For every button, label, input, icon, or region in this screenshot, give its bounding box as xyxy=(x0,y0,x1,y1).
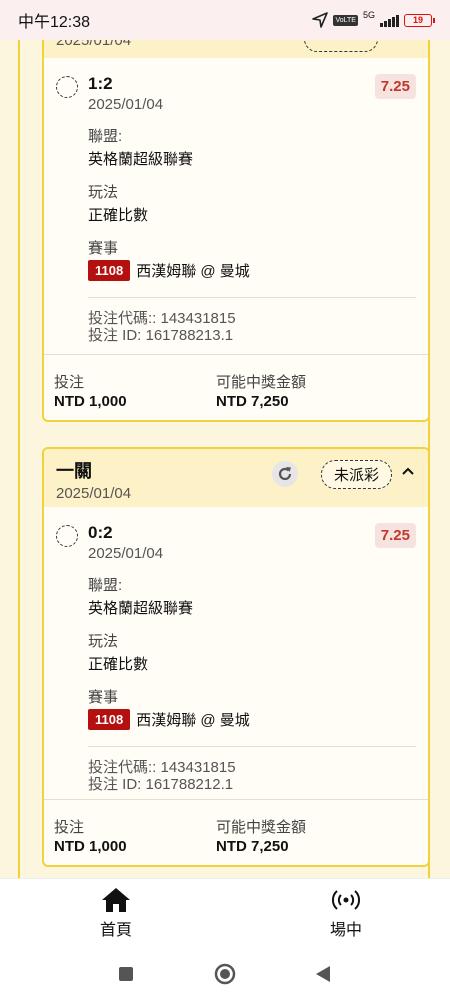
home-system-button[interactable] xyxy=(213,962,237,986)
odds-badge: 7.25 xyxy=(374,523,416,548)
league-field: 聯盟: 英格蘭超級聯賽 xyxy=(88,125,416,169)
bet-score: 0:2 xyxy=(88,523,113,542)
location-arrow-icon xyxy=(312,12,329,28)
status-pill: 未派彩 xyxy=(320,460,392,489)
status-bar: 中午12:38 VoLTE 5G 19 xyxy=(0,0,450,40)
payout-amount: NTD 7,250 xyxy=(216,393,289,410)
payout-amount: NTD 7,250 xyxy=(216,838,289,855)
bets-list[interactable]: 2025/01/04 1:2 2025/01/04 7.25 聯盟: 英格蘭超級… xyxy=(18,40,430,878)
bet-codes: 投注代碼:: 143431815 投注 ID: 161788212.1 xyxy=(88,759,416,793)
payout-label: 可能中獎金額 xyxy=(216,819,307,836)
match-id-badge: 1108 xyxy=(88,709,131,730)
back-button[interactable] xyxy=(311,962,335,986)
chevron-up-icon xyxy=(402,467,414,475)
collapse-button[interactable] xyxy=(398,461,418,481)
play-field: 玩法 正確比數 xyxy=(88,181,416,225)
status-icons: VoLTE 5G 19 xyxy=(312,10,435,28)
bet-selection: 0:2 2025/01/04 7.25 聯盟: 英格蘭超級聯賽 玩法 正確比數 … xyxy=(44,507,428,793)
network-type: 5G xyxy=(362,10,375,20)
system-nav-bar xyxy=(0,948,450,1000)
bottom-nav: 首頁 場中 xyxy=(0,878,450,948)
payout-block: 可能中獎金額 NTD 7,250 xyxy=(216,816,306,855)
square-icon xyxy=(119,967,133,981)
match-row: 1108 西漢姆聯 @ 曼城 xyxy=(88,709,416,730)
nav-item-live[interactable]: 場中 xyxy=(330,887,362,940)
league-label: 聯盟: xyxy=(88,128,123,145)
bet-code: 投注代碼:: 143431815 xyxy=(88,759,236,776)
match-label: 賽事 xyxy=(88,240,119,257)
selection-radio[interactable] xyxy=(56,525,78,547)
bet-card: 2025/01/04 1:2 2025/01/04 7.25 聯盟: 英格蘭超級… xyxy=(42,40,428,422)
broadcast-icon xyxy=(331,890,361,910)
nav-item-home[interactable]: 首頁 xyxy=(100,887,132,940)
league-value: 英格蘭超級聯賽 xyxy=(88,151,194,168)
match-id-badge: 1108 xyxy=(88,260,131,281)
bet-score: 1:2 xyxy=(88,74,113,93)
payout-block: 可能中獎金額 NTD 7,250 xyxy=(216,371,306,410)
battery-level: 19 xyxy=(412,15,423,25)
selection-radio[interactable] xyxy=(56,76,78,98)
signal-icon xyxy=(380,14,399,27)
league-field: 聯盟: 英格蘭超級聯賽 xyxy=(88,574,416,618)
match-label: 賽事 xyxy=(88,689,119,706)
divider xyxy=(88,746,416,747)
bet-card-footer: 投注 NTD 1,000 可能中獎金額 NTD 7,250 xyxy=(44,799,428,865)
bet-selection: 1:2 2025/01/04 7.25 聯盟: 英格蘭超級聯賽 玩法 正確比數 … xyxy=(44,40,428,344)
match-field: 賽事 1108 西漢姆聯 @ 曼城 xyxy=(88,686,416,730)
match-name: 西漢姆聯 @ 曼城 xyxy=(136,263,250,280)
bet-card-header[interactable]: 一關 2025/01/04 未派彩 xyxy=(44,449,428,507)
league-label: 聯盟: xyxy=(88,577,123,594)
nav-label-live: 場中 xyxy=(330,922,363,939)
bet-card-footer: 投注 NTD 1,000 可能中獎金額 NTD 7,250 xyxy=(44,354,428,420)
status-time: 中午12:38 xyxy=(18,14,91,31)
play-value: 正確比數 xyxy=(88,656,149,673)
play-label: 玩法 xyxy=(88,633,119,650)
play-field: 玩法 正確比數 xyxy=(88,630,416,674)
battery-icon: 19 xyxy=(404,13,435,27)
bet-codes: 投注代碼:: 143431815 投注 ID: 161788213.1 xyxy=(88,310,416,344)
bet-card: 一關 2025/01/04 未派彩 0:2 2025/01/04 7.25 聯盟… xyxy=(42,447,428,867)
bet-id: 投注 ID: 161788213.1 xyxy=(88,327,234,344)
refresh-button[interactable] xyxy=(272,461,298,487)
stake-amount: NTD 1,000 xyxy=(54,393,127,410)
bet-code: 投注代碼:: 143431815 xyxy=(88,310,236,327)
bet-id: 投注 ID: 161788212.1 xyxy=(88,776,234,793)
stake-label: 投注 xyxy=(54,819,85,836)
bet-date: 2025/01/04 xyxy=(88,545,164,562)
back-triangle-icon xyxy=(316,966,330,982)
stake-label: 投注 xyxy=(54,374,85,391)
play-label: 玩法 xyxy=(88,184,119,201)
league-value: 英格蘭超級聯賽 xyxy=(88,600,194,617)
bet-date: 2025/01/04 xyxy=(88,96,164,113)
match-field: 賽事 1108 西漢姆聯 @ 曼城 xyxy=(88,237,416,281)
nav-label-home: 首頁 xyxy=(100,922,133,939)
match-name: 西漢姆聯 @ 曼城 xyxy=(136,712,250,729)
match-row: 1108 西漢姆聯 @ 曼城 xyxy=(88,260,416,281)
stake-block: 投注 NTD 1,000 xyxy=(54,371,127,410)
stake-block: 投注 NTD 1,000 xyxy=(54,816,127,855)
refresh-icon xyxy=(278,467,292,481)
volte-icon: VoLTE xyxy=(333,14,358,26)
odds-badge: 7.25 xyxy=(374,74,416,99)
payout-label: 可能中獎金額 xyxy=(216,374,307,391)
play-value: 正確比數 xyxy=(88,207,149,224)
recent-apps-button[interactable] xyxy=(114,962,138,986)
stake-amount: NTD 1,000 xyxy=(54,838,127,855)
home-icon xyxy=(102,888,130,912)
circle-icon xyxy=(214,963,236,985)
divider xyxy=(88,297,416,298)
